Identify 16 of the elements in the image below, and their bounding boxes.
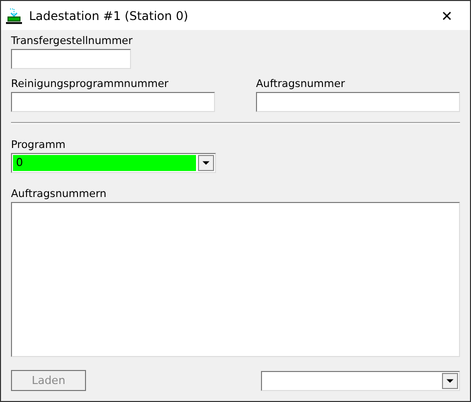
input-field[interactable] xyxy=(11,49,131,69)
input-field[interactable] xyxy=(11,92,215,112)
close-button[interactable]: ✕ xyxy=(424,1,470,30)
loading-station-icon xyxy=(6,8,22,24)
field-label: Reinigungsprogrammnummer xyxy=(11,77,170,91)
field-label: Auftragsnummer xyxy=(256,77,346,91)
dropdown[interactable] xyxy=(261,370,460,390)
field-label: Programm xyxy=(11,138,67,152)
program-dropdown[interactable]: 0 xyxy=(11,153,216,173)
field-label: Auftragsnummern xyxy=(11,187,108,201)
dropdown-arrow-icon xyxy=(442,372,458,388)
dropdown-value: 0 xyxy=(13,155,196,171)
field-label: Transfergestellnummer xyxy=(11,34,134,48)
input-field[interactable] xyxy=(256,92,460,112)
window-title: Ladestation #1 (Station 0) xyxy=(29,8,190,22)
dropdown-arrow-icon xyxy=(198,155,214,171)
